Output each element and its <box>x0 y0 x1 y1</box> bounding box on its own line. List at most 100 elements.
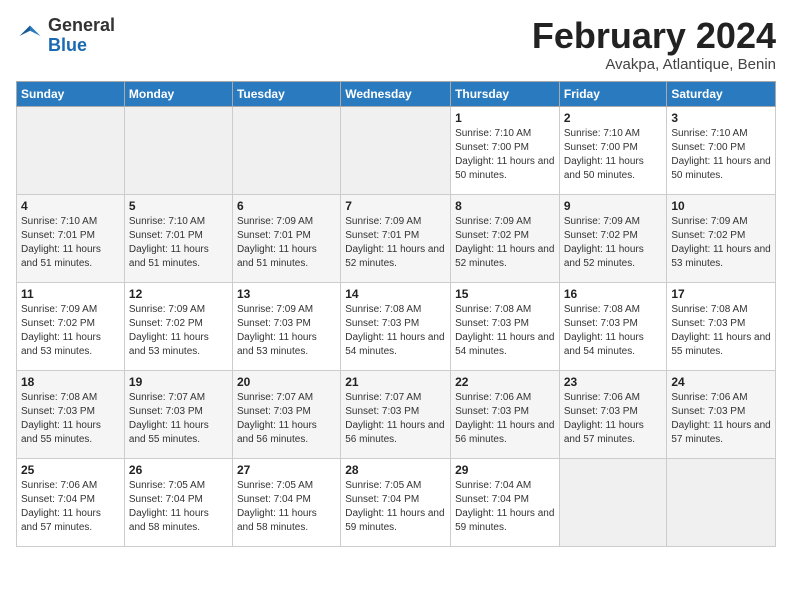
day-of-week-header: Sunday <box>17 81 125 106</box>
month-year-title: February 2024 <box>532 16 776 56</box>
day-number: 24 <box>671 375 771 389</box>
day-info: Sunrise: 7:10 AM Sunset: 7:01 PM Dayligh… <box>21 215 120 271</box>
day-number: 7 <box>345 199 446 213</box>
calendar-cell: 24 Sunrise: 7:06 AM Sunset: 7:03 PM Dayli… <box>667 370 776 458</box>
calendar-cell: 18 Sunrise: 7:08 AM Sunset: 7:03 PM Dayli… <box>17 370 125 458</box>
day-number: 25 <box>21 463 120 477</box>
day-info: Sunrise: 7:05 AM Sunset: 7:04 PM Dayligh… <box>345 479 446 535</box>
title-block: February 2024 Avakpa, Atlantique, Benin <box>532 16 776 73</box>
day-info: Sunrise: 7:09 AM Sunset: 7:03 PM Dayligh… <box>237 303 336 359</box>
calendar-cell: 11 Sunrise: 7:09 AM Sunset: 7:02 PM Dayli… <box>17 282 125 370</box>
calendar-cell: 21Sunrise: 7:07 AM Sunset: 7:03 PM Dayli… <box>341 370 451 458</box>
day-info: Sunrise: 7:09 AM Sunset: 7:02 PM Dayligh… <box>21 303 120 359</box>
day-number: 13 <box>237 287 336 301</box>
calendar-week-row: 1 Sunrise: 7:10 AM Sunset: 7:00 PM Daylig… <box>17 106 776 194</box>
day-of-week-header: Saturday <box>667 81 776 106</box>
calendar-week-row: 25 Sunrise: 7:06 AM Sunset: 7:04 PM Dayli… <box>17 458 776 546</box>
page-header: General Blue February 2024 Avakpa, Atlan… <box>16 16 776 73</box>
day-number: 14 <box>345 287 446 301</box>
day-number: 16 <box>564 287 663 301</box>
day-info: Sunrise: 7:08 AM Sunset: 7:03 PM Dayligh… <box>455 303 555 359</box>
day-info: Sunrise: 7:09 AM Sunset: 7:02 PM Dayligh… <box>671 215 771 271</box>
day-info: Sunrise: 7:05 AM Sunset: 7:04 PM Dayligh… <box>129 479 228 535</box>
day-info: Sunrise: 7:10 AM Sunset: 7:01 PM Dayligh… <box>129 215 228 271</box>
calendar-week-row: 4 Sunrise: 7:10 AM Sunset: 7:01 PM Daylig… <box>17 194 776 282</box>
calendar-cell: 13 Sunrise: 7:09 AM Sunset: 7:03 PM Dayli… <box>232 282 340 370</box>
day-of-week-header: Wednesday <box>341 81 451 106</box>
day-number: 26 <box>129 463 228 477</box>
day-number: 5 <box>129 199 228 213</box>
day-info: Sunrise: 7:06 AM Sunset: 7:04 PM Dayligh… <box>21 479 120 535</box>
calendar-cell: 3Sunrise: 7:10 AM Sunset: 7:00 PM Daylig… <box>667 106 776 194</box>
calendar-cell: 6 Sunrise: 7:09 AM Sunset: 7:01 PM Daylig… <box>232 194 340 282</box>
day-number: 28 <box>345 463 446 477</box>
calendar-cell: 16 Sunrise: 7:08 AM Sunset: 7:03 PM Dayli… <box>559 282 667 370</box>
day-number: 6 <box>237 199 336 213</box>
day-info: Sunrise: 7:07 AM Sunset: 7:03 PM Dayligh… <box>129 391 228 447</box>
calendar-cell: 9 Sunrise: 7:09 AM Sunset: 7:02 PM Daylig… <box>559 194 667 282</box>
calendar-cell <box>17 106 125 194</box>
day-info: Sunrise: 7:04 AM Sunset: 7:04 PM Dayligh… <box>455 479 555 535</box>
day-number: 18 <box>21 375 120 389</box>
day-info: Sunrise: 7:10 AM Sunset: 7:00 PM Dayligh… <box>455 127 555 183</box>
day-number: 11 <box>21 287 120 301</box>
calendar-cell <box>124 106 232 194</box>
calendar-week-row: 11 Sunrise: 7:09 AM Sunset: 7:02 PM Dayli… <box>17 282 776 370</box>
day-info: Sunrise: 7:07 AM Sunset: 7:03 PM Dayligh… <box>345 391 446 447</box>
day-number: 4 <box>21 199 120 213</box>
day-info: Sunrise: 7:08 AM Sunset: 7:03 PM Dayligh… <box>564 303 663 359</box>
day-number: 8 <box>455 199 555 213</box>
calendar-cell: 19Sunrise: 7:07 AM Sunset: 7:03 PM Dayli… <box>124 370 232 458</box>
calendar-cell: 14 Sunrise: 7:08 AM Sunset: 7:03 PM Dayli… <box>341 282 451 370</box>
day-info: Sunrise: 7:08 AM Sunset: 7:03 PM Dayligh… <box>21 391 120 447</box>
location-subtitle: Avakpa, Atlantique, Benin <box>532 56 776 73</box>
logo-icon <box>16 22 44 50</box>
day-number: 10 <box>671 199 771 213</box>
day-info: Sunrise: 7:06 AM Sunset: 7:03 PM Dayligh… <box>564 391 663 447</box>
calendar-cell <box>559 458 667 546</box>
calendar-cell: 10 Sunrise: 7:09 AM Sunset: 7:02 PM Dayli… <box>667 194 776 282</box>
day-number: 17 <box>671 287 771 301</box>
calendar-header-row: SundayMondayTuesdayWednesdayThursdayFrid… <box>17 81 776 106</box>
calendar-cell: 20 Sunrise: 7:07 AM Sunset: 7:03 PM Dayli… <box>232 370 340 458</box>
day-number: 2 <box>564 111 663 125</box>
day-of-week-header: Tuesday <box>232 81 340 106</box>
calendar-cell: 27Sunrise: 7:05 AM Sunset: 7:04 PM Dayli… <box>232 458 340 546</box>
day-number: 22 <box>455 375 555 389</box>
calendar-cell: 5 Sunrise: 7:10 AM Sunset: 7:01 PM Daylig… <box>124 194 232 282</box>
calendar-cell: 15 Sunrise: 7:08 AM Sunset: 7:03 PM Dayli… <box>451 282 560 370</box>
logo-blue-text: Blue <box>48 35 87 55</box>
calendar-cell: 12Sunrise: 7:09 AM Sunset: 7:02 PM Dayli… <box>124 282 232 370</box>
calendar-table: SundayMondayTuesdayWednesdayThursdayFrid… <box>16 81 776 547</box>
day-of-week-header: Thursday <box>451 81 560 106</box>
day-info: Sunrise: 7:09 AM Sunset: 7:01 PM Dayligh… <box>237 215 336 271</box>
calendar-cell: 8 Sunrise: 7:09 AM Sunset: 7:02 PM Daylig… <box>451 194 560 282</box>
day-info: Sunrise: 7:07 AM Sunset: 7:03 PM Dayligh… <box>237 391 336 447</box>
calendar-cell: 1 Sunrise: 7:10 AM Sunset: 7:00 PM Daylig… <box>451 106 560 194</box>
calendar-cell: 7Sunrise: 7:09 AM Sunset: 7:01 PM Daylig… <box>341 194 451 282</box>
day-info: Sunrise: 7:08 AM Sunset: 7:03 PM Dayligh… <box>345 303 446 359</box>
day-info: Sunrise: 7:05 AM Sunset: 7:04 PM Dayligh… <box>237 479 336 535</box>
day-number: 20 <box>237 375 336 389</box>
day-number: 9 <box>564 199 663 213</box>
day-info: Sunrise: 7:09 AM Sunset: 7:02 PM Dayligh… <box>455 215 555 271</box>
day-number: 12 <box>129 287 228 301</box>
day-info: Sunrise: 7:06 AM Sunset: 7:03 PM Dayligh… <box>671 391 771 447</box>
calendar-cell <box>667 458 776 546</box>
day-of-week-header: Monday <box>124 81 232 106</box>
day-of-week-header: Friday <box>559 81 667 106</box>
calendar-cell <box>341 106 451 194</box>
day-info: Sunrise: 7:08 AM Sunset: 7:03 PM Dayligh… <box>671 303 771 359</box>
day-number: 15 <box>455 287 555 301</box>
day-info: Sunrise: 7:10 AM Sunset: 7:00 PM Dayligh… <box>564 127 663 183</box>
calendar-cell: 25 Sunrise: 7:06 AM Sunset: 7:04 PM Dayli… <box>17 458 125 546</box>
day-info: Sunrise: 7:06 AM Sunset: 7:03 PM Dayligh… <box>455 391 555 447</box>
day-info: Sunrise: 7:09 AM Sunset: 7:02 PM Dayligh… <box>564 215 663 271</box>
calendar-cell: 29 Sunrise: 7:04 AM Sunset: 7:04 PM Dayli… <box>451 458 560 546</box>
calendar-cell: 17 Sunrise: 7:08 AM Sunset: 7:03 PM Dayli… <box>667 282 776 370</box>
day-number: 29 <box>455 463 555 477</box>
day-number: 3 <box>671 111 771 125</box>
day-number: 1 <box>455 111 555 125</box>
calendar-week-row: 18 Sunrise: 7:08 AM Sunset: 7:03 PM Dayli… <box>17 370 776 458</box>
logo: General Blue <box>16 16 115 56</box>
